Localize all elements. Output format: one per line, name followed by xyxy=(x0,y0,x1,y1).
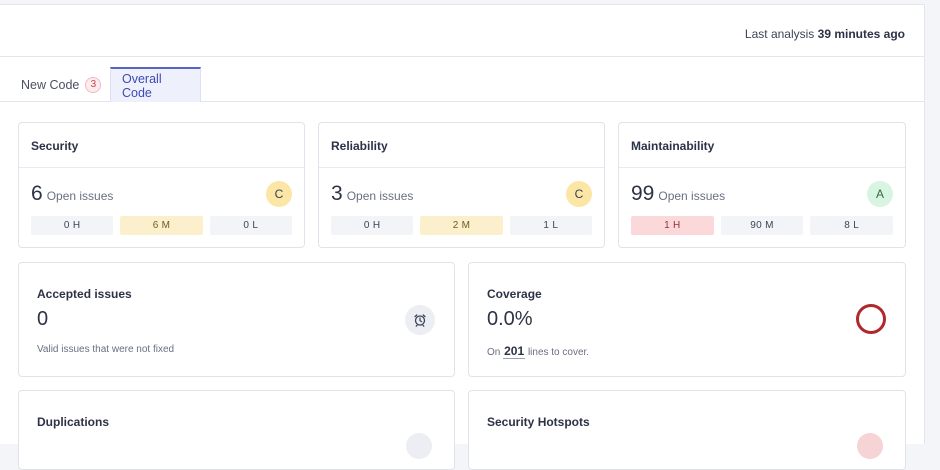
reliability-high-severity[interactable]: 0 H xyxy=(331,216,414,235)
last-analysis-info: Last analysis 39 minutes ago xyxy=(745,27,905,41)
maintainability-open-issues-label: Open issues xyxy=(658,189,726,203)
maintainability-card-title: Maintainability xyxy=(619,123,905,168)
accepted-issues-description: Valid issues that were not fixed xyxy=(37,344,175,355)
maintainability-severity-breakdown: 1 H 90 M 8 L xyxy=(631,216,894,235)
tab-new-code[interactable]: New Code 3 xyxy=(10,67,112,102)
maintainability-medium-severity[interactable]: 90 M xyxy=(720,216,804,235)
security-hotspots-title: Security Hotspots xyxy=(487,415,590,429)
reliability-medium-severity[interactable]: 2 M xyxy=(420,216,503,235)
project-overview-panel: Last analysis 39 minutes ago New Code 3 … xyxy=(0,4,925,470)
reliability-rating-badge[interactable]: C xyxy=(566,181,592,207)
security-medium-severity[interactable]: 6 M xyxy=(120,216,203,235)
security-card-title: Security xyxy=(19,123,304,168)
duplications-indicator-icon xyxy=(406,433,432,459)
coverage-value[interactable]: 0.0% xyxy=(487,308,533,331)
security-hotspots-card[interactable]: Security Hotspots xyxy=(468,390,906,470)
alarm-clock-icon xyxy=(405,305,435,335)
coverage-sub-prefix: On xyxy=(487,347,501,358)
coverage-sub-suffix: lines to cover. xyxy=(527,347,590,358)
accepted-issues-title: Accepted issues xyxy=(37,287,132,301)
reliability-low-severity[interactable]: 1 L xyxy=(509,216,592,235)
coverage-description: On 201 lines to cover. xyxy=(487,344,590,359)
security-open-issues-label: Open issues xyxy=(46,189,114,203)
coverage-title: Coverage xyxy=(487,287,542,301)
accepted-issues-value[interactable]: 0 xyxy=(37,308,48,331)
coverage-lines-link[interactable]: 201 xyxy=(503,344,526,359)
coverage-ring-icon xyxy=(856,304,886,334)
last-analysis-time: 39 minutes ago xyxy=(817,27,905,41)
coverage-card[interactable]: Coverage 0.0% On 201 lines to cover. xyxy=(468,262,906,377)
reliability-severity-breakdown: 0 H 2 M 1 L xyxy=(331,216,592,235)
maintainability-open-issues[interactable]: 99 Open issues xyxy=(631,182,725,206)
maintainability-low-severity[interactable]: 8 L xyxy=(810,216,894,235)
reliability-card-title: Reliability xyxy=(319,123,604,168)
security-open-issues[interactable]: 6 Open issues xyxy=(31,182,113,206)
reliability-issue-count: 3 xyxy=(331,182,343,205)
tab-overall-code-label: Overall Code xyxy=(122,71,162,100)
last-analysis-prefix: Last analysis xyxy=(744,27,815,41)
security-high-severity[interactable]: 0 H xyxy=(31,216,114,235)
security-rating-badge[interactable]: C xyxy=(266,181,292,207)
maintainability-card[interactable]: Maintainability 99 Open issues A 1 H 90 … xyxy=(618,122,906,248)
code-tabs: New Code 3 Overall Code xyxy=(0,57,924,102)
reliability-open-issues[interactable]: 3 Open issues xyxy=(331,182,413,206)
analysis-header: Last analysis 39 minutes ago xyxy=(0,5,924,57)
maintainability-high-severity[interactable]: 1 H xyxy=(631,216,714,235)
tab-overall-code[interactable]: Overall Code xyxy=(110,67,201,102)
security-low-severity[interactable]: 0 L xyxy=(209,216,292,235)
security-card[interactable]: Security 6 Open issues C 0 H 6 M 0 L xyxy=(18,122,305,248)
reliability-open-issues-label: Open issues xyxy=(346,189,414,203)
duplications-card[interactable]: Duplications xyxy=(18,390,455,470)
accepted-issues-card[interactable]: Accepted issues 0 Valid issues that were… xyxy=(18,262,455,377)
new-code-issue-count-badge: 3 xyxy=(85,76,102,93)
security-issue-count: 6 xyxy=(31,182,43,205)
tab-new-code-label: New Code xyxy=(21,77,80,92)
duplications-title: Duplications xyxy=(37,415,110,429)
maintainability-rating-badge[interactable]: A xyxy=(867,181,893,207)
reliability-card[interactable]: Reliability 3 Open issues C 0 H 2 M 1 L xyxy=(318,122,605,248)
security-severity-breakdown: 0 H 6 M 0 L xyxy=(31,216,292,235)
maintainability-issue-count: 99 xyxy=(631,182,655,205)
security-hotspots-rating-icon xyxy=(857,433,883,459)
